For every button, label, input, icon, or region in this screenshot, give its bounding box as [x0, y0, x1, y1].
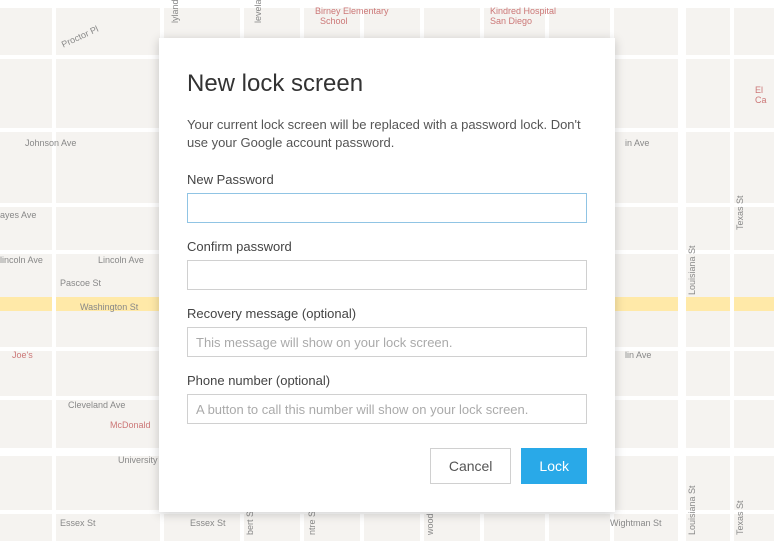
map-street-label: Proctor Pl	[60, 24, 100, 50]
map-street-label: Texas St	[735, 500, 745, 535]
confirm-password-label: Confirm password	[187, 239, 587, 254]
phone-number-label: Phone number (optional)	[187, 373, 587, 388]
map-poi-label: El Ca	[755, 85, 774, 105]
map-street-label: Johnson Ave	[25, 138, 76, 148]
map-street-label: Louisiana St	[687, 245, 697, 295]
map-poi-label: Birney Elementary	[315, 6, 389, 16]
new-password-input[interactable]	[187, 193, 587, 223]
new-password-group: New Password	[187, 172, 587, 223]
lock-button[interactable]: Lock	[521, 448, 587, 484]
map-street-label: lyland Ave	[170, 0, 180, 23]
map-street-label: Lincoln Ave	[98, 255, 144, 265]
map-street-label: in Ave	[625, 138, 649, 148]
recovery-message-label: Recovery message (optional)	[187, 306, 587, 321]
map-street-label: Wightman St	[610, 518, 662, 528]
phone-number-group: Phone number (optional)	[187, 373, 587, 424]
cancel-button[interactable]: Cancel	[430, 448, 512, 484]
dialog-actions: Cancel Lock	[187, 448, 587, 484]
dialog-description: Your current lock screen will be replace…	[187, 116, 587, 152]
map-road	[730, 0, 734, 541]
map-poi-label: Joe's	[12, 350, 33, 360]
map-street-label: Essex St	[60, 518, 96, 528]
map-poi-label: San Diego	[490, 16, 532, 26]
recovery-message-group: Recovery message (optional)	[187, 306, 587, 357]
map-street-label: Cleveland Ave	[68, 400, 125, 410]
map-street-label: leveland Ave	[253, 0, 263, 23]
phone-number-input[interactable]	[187, 394, 587, 424]
map-street-label: ntre St	[307, 508, 317, 535]
map-street-label: University	[118, 455, 158, 465]
lock-screen-dialog: New lock screen Your current lock screen…	[159, 38, 615, 512]
map-street-label: lin Ave	[625, 350, 651, 360]
map-poi-label: McDonald	[110, 420, 151, 430]
new-password-label: New Password	[187, 172, 587, 187]
map-road	[52, 0, 56, 541]
map-street-label: Pascoe St	[60, 278, 101, 288]
map-street-label: bert St	[245, 508, 255, 535]
map-street-label: Essex St	[190, 518, 226, 528]
map-street-label: Louisiana St	[687, 485, 697, 535]
confirm-password-group: Confirm password	[187, 239, 587, 290]
map-road	[678, 0, 686, 541]
map-poi-label: Kindred Hospital	[490, 6, 556, 16]
map-street-label: Washington St	[80, 302, 138, 312]
map-street-label: lincoln Ave	[0, 255, 43, 265]
dialog-title: New lock screen	[187, 70, 587, 98]
map-poi-label: School	[320, 16, 348, 26]
confirm-password-input[interactable]	[187, 260, 587, 290]
recovery-message-input[interactable]	[187, 327, 587, 357]
map-street-label: ayes Ave	[0, 210, 36, 220]
map-street-label: Texas St	[735, 195, 745, 230]
